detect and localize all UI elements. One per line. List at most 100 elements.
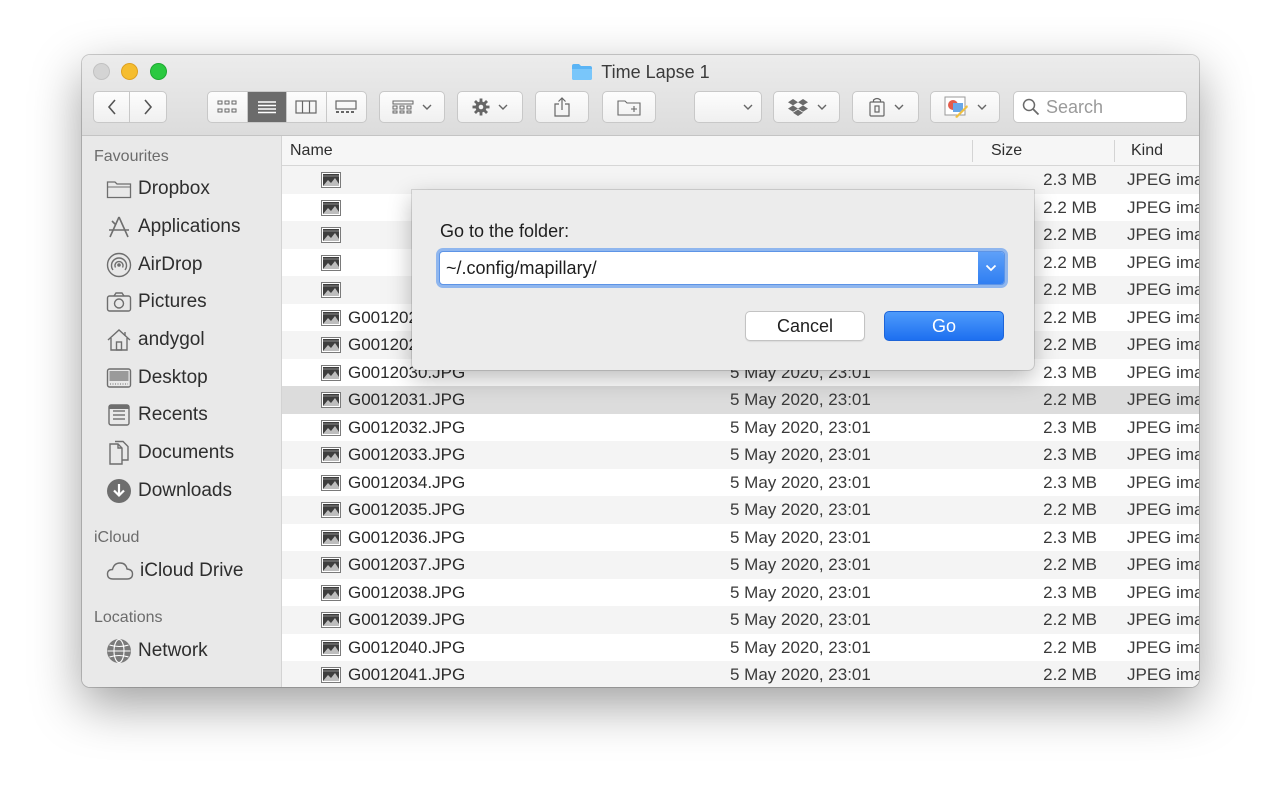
jpeg-file-icon [321, 254, 341, 271]
list-view-button[interactable] [247, 92, 287, 122]
jpeg-file-icon [321, 612, 341, 628]
action-button[interactable] [457, 91, 523, 123]
sidebar-item-label: Dropbox [138, 178, 210, 199]
file-row[interactable]: G0012036.JPG 5 May 2020, 23:01 2.3 MB JPEG … [282, 524, 1199, 552]
file-row[interactable]: G0012038.JPG 5 May 2020, 23:01 2.3 MB JPEG … [282, 579, 1199, 607]
sidebar-item-label: Documents [138, 442, 235, 463]
back-button[interactable] [94, 92, 131, 122]
jpeg-file-icon [321, 172, 341, 188]
jpeg-file-icon [321, 419, 341, 436]
file-kind: JPEG image [1127, 197, 1199, 217]
file-row[interactable]: G0012032.JPG 5 May 2020, 23:01 2.3 MB JPEG … [282, 414, 1199, 442]
path-dropdown[interactable] [694, 91, 762, 123]
file-size: 2.3 MB [1043, 362, 1097, 382]
file-thumbnail [321, 309, 341, 331]
column-view-button[interactable] [287, 92, 327, 122]
sidebar-item-label: AirDrop [138, 254, 203, 275]
file-row[interactable]: G0012037.JPG 5 May 2020, 23:01 2.2 MB JPEG … [282, 551, 1199, 579]
tag-icon [868, 97, 885, 117]
file-size: 2.2 MB [1043, 637, 1097, 657]
column-view-icon [295, 100, 317, 114]
list-view-icon [257, 101, 276, 114]
go-button[interactable]: Go [884, 311, 1004, 341]
file-kind: JPEG image [1127, 417, 1199, 437]
sidebar-item-desktop[interactable]: Desktop [106, 364, 208, 392]
file-kind: JPEG image [1127, 390, 1199, 409]
dropbox-button[interactable] [773, 91, 840, 123]
chevron-down-icon [894, 104, 903, 110]
column-divider[interactable] [972, 140, 973, 162]
forward-button[interactable] [130, 92, 166, 122]
file-name: G0012037.JPG [348, 555, 466, 574]
group-button[interactable] [379, 91, 445, 123]
camera-icon [106, 292, 132, 312]
file-thumbnail [321, 337, 341, 358]
file-row[interactable]: G0012040.JPG 5 May 2020, 23:01 2.2 MB JPEG … [282, 634, 1199, 662]
file-name: G0012035.JPG [348, 500, 466, 519]
file-row[interactable]: G0012033.JPG 5 May 2020, 23:01 2.3 MB JPEG … [282, 441, 1199, 469]
file-thumbnail [321, 474, 341, 496]
group-icon [392, 100, 414, 114]
file-name: G0012038.JPG [348, 582, 466, 602]
file-name: G0012032.JPG [348, 417, 466, 437]
file-kind: JPEG image [1127, 582, 1199, 602]
file-row[interactable]: G0012039.JPG 5 May 2020, 23:01 2.2 MB JPEG … [282, 606, 1199, 634]
sidebar-item-downloads[interactable]: Downloads [106, 477, 232, 505]
file-thumbnail [321, 612, 341, 633]
sidebar-item-applications[interactable]: Applications [106, 213, 240, 241]
gear-icon [472, 98, 490, 116]
sidebar-item-airdrop[interactable]: AirDrop [106, 251, 202, 279]
file-row[interactable]: G0012031.JPG 5 May 2020, 23:01 2.2 MB JPEG … [282, 386, 1199, 414]
sidebar-item-icloud-drive[interactable]: iCloud Drive [106, 557, 243, 585]
tag-button[interactable] [852, 91, 919, 123]
preview-app-button[interactable] [930, 91, 1000, 123]
file-kind: JPEG image [1127, 225, 1199, 244]
jpeg-file-icon [321, 447, 341, 463]
jpeg-file-icon [321, 667, 341, 683]
sidebar-item-pictures[interactable]: Pictures [106, 288, 207, 316]
sidebar-item-recents[interactable]: Recents [106, 401, 208, 429]
sidebar-heading-favourites: Favourites [94, 148, 169, 165]
jpeg-file-icon [321, 199, 341, 216]
sidebar-item-dropbox[interactable]: Dropbox [106, 175, 210, 203]
chevron-down-icon [422, 104, 432, 110]
gallery-view-button[interactable] [327, 92, 366, 122]
search-field[interactable]: Search [1013, 91, 1187, 123]
file-name: G0012036.JPG [348, 527, 466, 547]
jpeg-file-icon [321, 282, 341, 298]
icon-view-button[interactable] [208, 92, 248, 122]
path-history-dropdown[interactable] [978, 252, 1004, 284]
sidebar-item-label: Desktop [138, 367, 208, 388]
search-placeholder: Search [1046, 96, 1104, 117]
new-folder-button[interactable] [602, 91, 656, 123]
file-row[interactable]: G0012035.JPG 5 May 2020, 23:01 2.2 MB JPEG … [282, 496, 1199, 524]
column-header-name[interactable]: Name [290, 142, 333, 160]
file-size: 2.2 MB [1043, 665, 1097, 684]
titlebar: Time Lapse 1 Search [82, 55, 1199, 136]
file-thumbnail [321, 172, 341, 193]
column-divider[interactable] [1114, 140, 1115, 162]
file-size: 2.2 MB [1043, 225, 1097, 244]
chevron-down-icon [743, 104, 753, 110]
file-row[interactable]: G0012034.JPG 5 May 2020, 23:01 2.3 MB JPEG … [282, 469, 1199, 497]
file-name: G0012033.JPG [348, 445, 466, 464]
chevron-right-icon [144, 99, 153, 115]
column-header-size[interactable]: Size [991, 142, 1022, 160]
share-button[interactable] [535, 91, 589, 123]
column-header-kind[interactable]: Kind [1131, 142, 1163, 160]
sidebar-item-network[interactable]: Network [106, 637, 208, 665]
file-kind: JPEG image [1127, 170, 1199, 189]
file-thumbnail [321, 199, 341, 221]
search-icon [1022, 98, 1040, 116]
file-kind: JPEG image [1127, 280, 1199, 299]
file-row[interactable]: G0012041.JPG 5 May 2020, 23:01 2.2 MB JPEG … [282, 661, 1199, 687]
sidebar-item-label: andygol [138, 329, 205, 350]
folder-path-input[interactable] [440, 252, 976, 284]
cancel-button[interactable]: Cancel [745, 311, 865, 341]
file-size: 2.3 MB [1043, 472, 1097, 492]
file-kind: JPEG image [1127, 610, 1199, 629]
file-kind: JPEG image [1127, 472, 1199, 492]
sidebar-item-andygol[interactable]: andygol [106, 326, 205, 354]
sidebar-item-documents[interactable]: Documents [106, 439, 234, 467]
file-thumbnail [321, 557, 341, 578]
